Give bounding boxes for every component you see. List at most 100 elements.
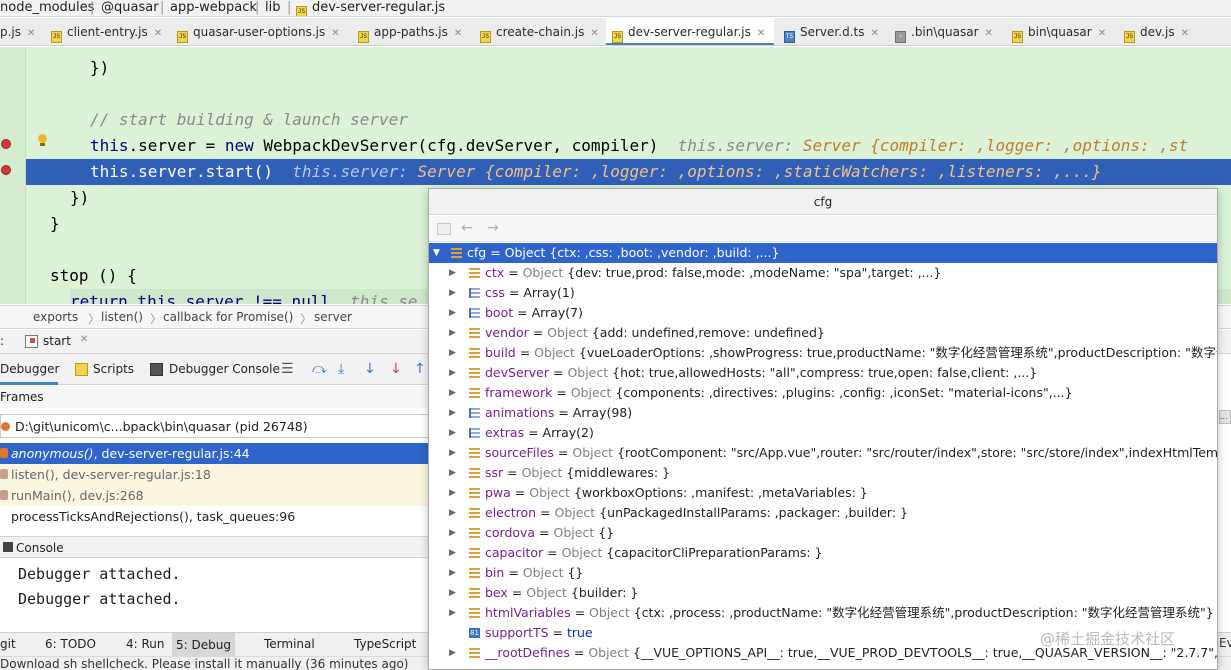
- code-crumb-callback[interactable]: callback for Promise(): [163, 310, 293, 324]
- console-output[interactable]: Debugger attached. Debugger attached.: [0, 559, 432, 630]
- tab-dev-server-regular[interactable]: JS dev-server-regular.js ✕: [606, 18, 774, 45]
- expand-arrow-icon[interactable]: ▶: [449, 283, 456, 303]
- menu-icon[interactable]: ☰: [281, 362, 294, 376]
- expand-arrow-icon[interactable]: ▶: [449, 603, 456, 623]
- tool-tab-debug[interactable]: 5: Debug: [172, 633, 235, 657]
- breadcrumb-item-app-webpack[interactable]: app-webpack: [170, 0, 257, 16]
- inline-debug-value[interactable]: this.se: [350, 292, 417, 304]
- tree-row-cordova[interactable]: ▶ cordova = Object {}: [429, 523, 1217, 543]
- variable-inspector-popup[interactable]: cfg ← → ▼ cfg = Object {ctx: ,css: ,boot…: [428, 188, 1218, 670]
- tab-server-d-ts[interactable]: TS Server.d.ts ✕: [784, 18, 886, 45]
- tree-row-htmlvariables[interactable]: ▶ htmlVariables = Object {ctx: ,process: …: [429, 603, 1217, 623]
- tree-root-cfg[interactable]: ▼ cfg = Object {ctx: ,css: ,boot: ,vendo…: [429, 243, 1217, 263]
- copy-icon[interactable]: [437, 223, 451, 235]
- frame-item-listen[interactable]: listen(), dev-server-regular.js:18: [0, 464, 432, 485]
- tab-dev-js[interactable]: JS dev.js ✕: [1124, 18, 1204, 45]
- expand-arrow-icon[interactable]: ▶: [449, 583, 456, 603]
- close-icon[interactable]: ✕: [757, 28, 765, 39]
- step-over-icon[interactable]: ⤼: [312, 362, 327, 376]
- tree-row-devserver[interactable]: ▶ devServer = Object {hot: true,allowedHo…: [429, 363, 1217, 383]
- close-icon[interactable]: ✕: [27, 28, 35, 39]
- process-selector[interactable]: D:\git\unicom\c...bpack\bin\quasar (pid …: [0, 414, 432, 438]
- tree-row-bin[interactable]: ▶ bin = Object {}: [429, 563, 1217, 583]
- expand-arrow-icon[interactable]: ▶: [449, 363, 456, 383]
- tab-quasar-user-options[interactable]: JS quasar-user-options.js ✕: [177, 18, 347, 45]
- tool-tab-typescript[interactable]: TypeScript: [354, 637, 416, 651]
- tree-row-capacitor[interactable]: ▶ capacitor = Object {capacitorCliPrepara…: [429, 543, 1217, 563]
- expand-arrow-icon[interactable]: ▶: [449, 503, 456, 523]
- expand-arrow-icon[interactable]: ▶: [449, 543, 456, 563]
- expand-arrow-icon[interactable]: ▶: [449, 383, 456, 403]
- tab-client-entry[interactable]: JS client-entry.js ✕: [51, 18, 169, 45]
- tab-create-chain[interactable]: JS create-chain.js ✕: [480, 18, 600, 45]
- inline-debug-value[interactable]: this.server: Server {compiler: ,logger: …: [658, 136, 1189, 155]
- expand-arrow-icon[interactable]: ▶: [449, 423, 456, 443]
- tool-tab-run[interactable]: 4: Run: [126, 637, 165, 651]
- collapsed-value-chip[interactable]: ...: [1219, 410, 1231, 424]
- editor-gutter[interactable]: [0, 47, 26, 304]
- tree-row-build[interactable]: ▶ build = Object {vueLoaderOptions: ,show…: [429, 343, 1217, 363]
- code-crumb-exports[interactable]: exports: [33, 310, 78, 324]
- expand-arrow-icon[interactable]: ▶: [449, 523, 456, 543]
- breadcrumb-item-lib[interactable]: lib: [265, 0, 280, 16]
- tool-tab-git[interactable]: git: [0, 637, 16, 651]
- tab-bin-quasar[interactable]: › .bin\quasar ✕: [895, 18, 1003, 45]
- tab-app-paths[interactable]: JS app-paths.js ✕: [358, 18, 468, 45]
- tree-row-animations[interactable]: ▶ animations = Array(98): [429, 403, 1217, 423]
- tree-row-css[interactable]: ▶ css = Array(1): [429, 283, 1217, 303]
- step-into-icon[interactable]: ⤓: [338, 362, 344, 376]
- frame-item-anonymous[interactable]: anonymous(), dev-server-regular.js:44: [0, 443, 432, 464]
- expand-arrow-icon[interactable]: ▶: [449, 343, 456, 363]
- frame-item-process-ticks[interactable]: processTicksAndRejections(), task_queues…: [0, 506, 432, 527]
- tree-row-bex[interactable]: ▶ bex = Object {builder: }: [429, 583, 1217, 603]
- expand-arrow-icon[interactable]: ▶: [449, 483, 456, 503]
- close-icon[interactable]: ✕: [331, 28, 339, 39]
- collapse-arrow-icon[interactable]: ▼: [433, 243, 440, 263]
- expand-arrow-icon[interactable]: ▶: [449, 463, 456, 483]
- tree-row-framework[interactable]: ▶ framework = Object {components: ,direct…: [429, 383, 1217, 403]
- side-tab-fragment[interactable]: Ev: [1219, 636, 1231, 650]
- tool-tab-todo[interactable]: 6: TODO: [45, 637, 96, 651]
- tree-row-boot[interactable]: ▶ boot = Array(7): [429, 303, 1217, 323]
- expand-arrow-icon[interactable]: ▶: [449, 443, 456, 463]
- tab-bin-quasar-2[interactable]: JS bin\quasar ✕: [1012, 18, 1120, 45]
- breakpoint-icon[interactable]: [1, 165, 11, 175]
- tab-debugger-console[interactable]: Debugger Console: [169, 354, 280, 385]
- tab-scripts[interactable]: Scripts: [93, 354, 134, 385]
- expand-arrow-icon[interactable]: ▶: [449, 563, 456, 583]
- console-header[interactable]: Console: [0, 536, 432, 558]
- step-out-icon[interactable]: ↑: [414, 362, 426, 376]
- tool-tab-terminal[interactable]: Terminal: [264, 637, 315, 651]
- tree-row-ssr[interactable]: ▶ ssr = Object {middlewares: }: [429, 463, 1217, 483]
- forward-arrow-icon[interactable]: →: [487, 220, 499, 236]
- breadcrumb-item-quasar[interactable]: @quasar: [101, 0, 159, 16]
- tree-row-pwa[interactable]: ▶ pwa = Object {workboxOptions: ,manifest…: [429, 483, 1217, 503]
- tree-row-ctx[interactable]: ▶ ctx = Object {dev: true,prod: false,mod…: [429, 263, 1217, 283]
- close-icon[interactable]: ✕: [590, 28, 598, 39]
- close-icon[interactable]: ✕: [1098, 28, 1106, 39]
- frame-item-runmain[interactable]: runMain(), dev.js:268: [0, 485, 432, 506]
- tree-row-extras[interactable]: ▶ extras = Array(2): [429, 423, 1217, 443]
- inline-debug-value[interactable]: this.server: Server {compiler: ,logger: …: [273, 162, 1101, 181]
- expand-arrow-icon[interactable]: ▶: [449, 323, 456, 343]
- breadcrumb-item-node-modules[interactable]: node_modules: [0, 0, 94, 16]
- expand-arrow-icon[interactable]: ▶: [449, 263, 456, 283]
- back-arrow-icon[interactable]: ←: [461, 220, 473, 236]
- tab-debugger[interactable]: Debugger: [0, 354, 59, 385]
- close-icon[interactable]: ✕: [985, 28, 993, 39]
- close-icon[interactable]: ✕: [454, 28, 462, 39]
- code-crumb-listen[interactable]: listen(): [101, 310, 143, 324]
- force-step-into-icon[interactable]: ↓: [364, 362, 376, 376]
- expand-arrow-icon[interactable]: ▶: [449, 403, 456, 423]
- run-config-tab[interactable]: start: [43, 334, 71, 348]
- breadcrumb-item-file[interactable]: JS dev-server-regular.js: [296, 0, 445, 16]
- tree-row-vendor[interactable]: ▶ vendor = Object {add: undefined,remove:…: [429, 323, 1217, 343]
- breakpoint-icon[interactable]: [1, 139, 11, 149]
- tab-p-js[interactable]: p.js ✕: [0, 18, 40, 45]
- tree-row-sourcefiles[interactable]: ▶ sourceFiles = Object {rootComponent: "s…: [429, 443, 1217, 463]
- close-icon[interactable]: ✕: [154, 28, 162, 39]
- code-crumb-server[interactable]: server: [314, 310, 352, 324]
- expand-arrow-icon[interactable]: ▶: [449, 303, 456, 323]
- smart-step-into-icon[interactable]: ↓: [390, 362, 402, 376]
- close-icon[interactable]: ✕: [80, 334, 88, 345]
